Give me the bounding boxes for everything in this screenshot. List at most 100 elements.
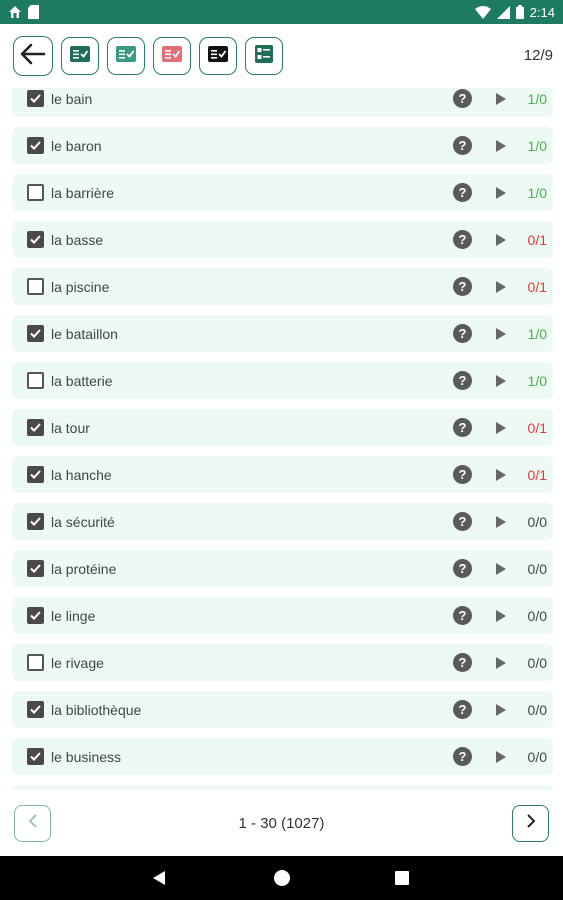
help-icon[interactable]: ? xyxy=(453,700,472,719)
item-checkbox[interactable] xyxy=(27,654,44,671)
help-icon[interactable]: ? xyxy=(453,418,472,437)
wifi-icon xyxy=(474,5,491,19)
play-icon[interactable] xyxy=(496,186,506,199)
play-icon[interactable] xyxy=(496,703,506,716)
word-label: la protéine xyxy=(51,560,117,577)
item-checkbox[interactable] xyxy=(27,372,44,389)
item-checkbox[interactable] xyxy=(27,701,44,718)
help-icon[interactable]: ? xyxy=(453,606,472,625)
help-icon[interactable]: ? xyxy=(453,183,472,202)
play-icon[interactable] xyxy=(496,562,506,575)
play-icon[interactable] xyxy=(496,468,506,481)
next-page-button[interactable] xyxy=(512,805,549,842)
list-check-teal-icon xyxy=(116,45,136,67)
score-label: 1/0 xyxy=(527,90,547,107)
play-icon[interactable] xyxy=(496,233,506,246)
filter-red-button[interactable] xyxy=(153,37,191,75)
play-icon[interactable] xyxy=(496,609,506,622)
list-check-red-icon xyxy=(162,45,182,67)
filter-green-button[interactable] xyxy=(61,37,99,75)
score-label: 0/0 xyxy=(527,654,547,671)
list-item[interactable]: le business? 0/0 xyxy=(12,738,553,775)
navigation-bar xyxy=(0,856,563,900)
play-icon[interactable] xyxy=(496,750,506,763)
item-checkbox[interactable] xyxy=(27,607,44,624)
play-icon[interactable] xyxy=(496,656,506,669)
item-checkbox[interactable] xyxy=(27,278,44,295)
score-label: 0/0 xyxy=(527,607,547,624)
filter-teal-button[interactable] xyxy=(107,37,145,75)
item-checkbox[interactable] xyxy=(27,466,44,483)
list-item[interactable]: la basse? 0/1 xyxy=(12,221,553,258)
word-label: la tour xyxy=(51,419,90,436)
back-button[interactable] xyxy=(13,36,53,76)
word-list: le bain? 1/0 le baron? 1/0 la barrière? 1/0 la… xyxy=(0,88,563,790)
item-checkbox[interactable] xyxy=(27,513,44,530)
status-time: 2:14 xyxy=(529,4,555,20)
word-label: la piscine xyxy=(51,278,110,295)
filter-black-button[interactable] xyxy=(199,37,237,75)
item-checkbox[interactable] xyxy=(27,748,44,765)
list-options-button[interactable] xyxy=(245,37,283,75)
list-item[interactable]: le baron? 1/0 xyxy=(12,127,553,164)
score-label: 0/0 xyxy=(527,560,547,577)
list-item[interactable]: la protéine? 0/0 xyxy=(12,550,553,587)
list-check-black-icon xyxy=(208,45,228,67)
list-item[interactable]: la batterie? 1/0 xyxy=(12,362,553,399)
help-icon[interactable]: ? xyxy=(453,653,472,672)
item-checkbox[interactable] xyxy=(27,560,44,577)
play-icon[interactable] xyxy=(496,327,506,340)
score-label: 0/0 xyxy=(527,513,547,530)
list-item[interactable]: le bataillon? 1/0 xyxy=(12,315,553,352)
help-icon[interactable]: ? xyxy=(453,89,472,108)
list-item[interactable]: la tour? 0/1 xyxy=(12,409,553,446)
help-icon[interactable]: ? xyxy=(453,512,472,531)
score-label: 0/1 xyxy=(527,278,547,295)
back-arrow-icon xyxy=(20,43,46,70)
help-icon[interactable]: ? xyxy=(453,230,472,249)
word-label: le bain xyxy=(51,90,93,107)
nav-back-icon[interactable] xyxy=(153,871,165,885)
word-label: le rivage xyxy=(51,654,104,671)
help-icon[interactable]: ? xyxy=(453,136,472,155)
list-item[interactable]: la piscine? 0/1 xyxy=(12,268,553,305)
list-item[interactable]: la bibliothèque? 0/0 xyxy=(12,691,553,728)
nav-recent-apps-icon[interactable] xyxy=(395,871,409,885)
item-checkbox[interactable] xyxy=(27,90,44,107)
word-label: la hanche xyxy=(51,466,112,483)
score-label: 1/0 xyxy=(527,184,547,201)
help-icon[interactable]: ? xyxy=(453,324,472,343)
item-checkbox[interactable] xyxy=(27,231,44,248)
help-icon[interactable]: ? xyxy=(453,559,472,578)
nav-home-icon[interactable] xyxy=(274,870,290,886)
chevron-right-icon xyxy=(526,814,536,833)
sd-card-icon xyxy=(28,5,39,19)
list-item[interactable]: le rivage? 0/0 xyxy=(12,644,553,681)
list-item[interactable]: la hanche? 0/1 xyxy=(12,456,553,493)
play-icon[interactable] xyxy=(496,515,506,528)
help-icon[interactable]: ? xyxy=(453,465,472,484)
page-range-label: 1 - 30 (1027) xyxy=(238,815,325,832)
battery-icon xyxy=(515,5,524,19)
play-icon[interactable] xyxy=(496,139,506,152)
list-item[interactable]: le linge? 0/0 xyxy=(12,597,553,634)
item-checkbox[interactable] xyxy=(27,184,44,201)
item-checkbox[interactable] xyxy=(27,419,44,436)
item-checkbox[interactable] xyxy=(27,137,44,154)
list-options-icon xyxy=(255,44,273,68)
pagination-bar: 1 - 30 (1027) xyxy=(0,790,563,856)
help-icon[interactable]: ? xyxy=(453,747,472,766)
score-label: 0/1 xyxy=(527,419,547,436)
list-item[interactable]: la barrière? 1/0 xyxy=(12,174,553,211)
play-icon[interactable] xyxy=(496,421,506,434)
list-item[interactable]: le bain? 1/0 xyxy=(12,88,553,117)
help-icon[interactable]: ? xyxy=(453,277,472,296)
item-checkbox[interactable] xyxy=(27,325,44,342)
play-icon[interactable] xyxy=(496,92,506,105)
play-icon[interactable] xyxy=(496,280,506,293)
signal-icon xyxy=(496,5,510,19)
word-label: la sécurité xyxy=(51,513,115,530)
list-item[interactable]: la sécurité? 0/0 xyxy=(12,503,553,540)
help-icon[interactable]: ? xyxy=(453,371,472,390)
play-icon[interactable] xyxy=(496,374,506,387)
